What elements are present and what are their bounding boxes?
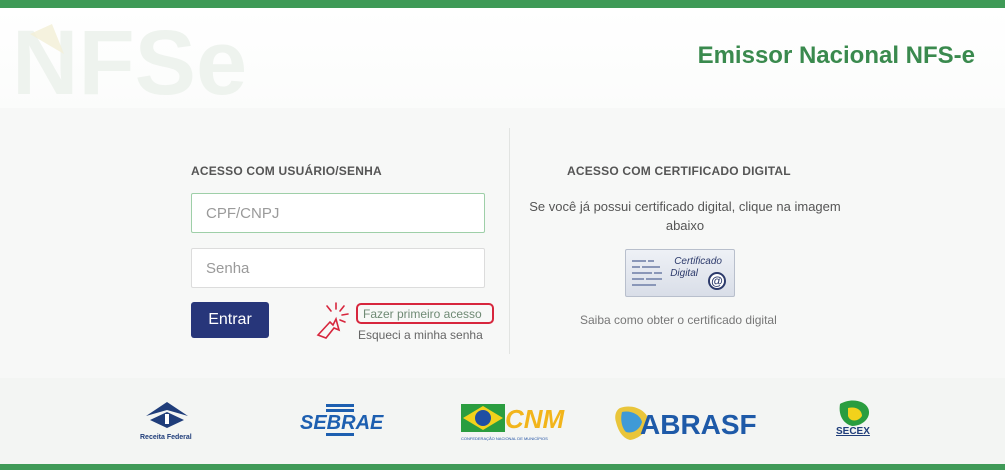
sebrae-label: SEBRAE bbox=[300, 412, 384, 434]
sebrae-logo: SEBRAE bbox=[300, 402, 384, 442]
abrasf-label: ABRASF bbox=[640, 409, 757, 440]
certificate-badge-line1: Certificado bbox=[674, 256, 722, 267]
cnm-label: CNM bbox=[505, 404, 565, 434]
click-cursor-icon bbox=[316, 302, 349, 339]
secex-brazil-map-icon bbox=[839, 400, 870, 426]
certificate-section-title: ACESSO COM CERTIFICADO DIGITAL bbox=[567, 164, 791, 178]
certificate-badge-line2: Digital bbox=[670, 268, 698, 279]
cnm-logo: CNM CONFEDERAÇÃO NACIONAL DE MUNICÍPIOS bbox=[461, 402, 565, 444]
login-section-title: ACESSO COM USUÁRIO/SENHA bbox=[191, 164, 382, 178]
secex-logo: SECEX bbox=[828, 398, 878, 446]
secex-label: SECEX bbox=[836, 426, 870, 437]
receita-federal-label: Receita Federal bbox=[140, 434, 192, 441]
cpf-cnpj-input[interactable] bbox=[191, 193, 485, 233]
forgot-password-link[interactable]: Esqueci a minha senha bbox=[358, 328, 483, 342]
bottom-accent-bar bbox=[0, 464, 1005, 470]
at-sign-icon: @ bbox=[708, 272, 726, 290]
app-title: Emissor Nacional NFS-e bbox=[697, 42, 975, 69]
certificate-instruction: Se você já possui certificado digital, c… bbox=[529, 199, 841, 233]
cnm-flag-icon bbox=[461, 404, 505, 432]
top-accent-bar bbox=[0, 0, 1005, 8]
receita-federal-logo: Receita Federal bbox=[134, 398, 198, 444]
header: NFSe Emissor Nacional NFS-e bbox=[0, 8, 1005, 110]
certificate-badge-button[interactable]: Certificado Digital @ bbox=[625, 249, 735, 297]
first-access-link[interactable]: Fazer primeiro acesso bbox=[363, 307, 482, 321]
certificate-howto-link[interactable]: Saiba como obter o certificado digital bbox=[580, 313, 777, 327]
section-divider bbox=[509, 128, 510, 354]
receita-federal-emblem-icon bbox=[146, 402, 188, 428]
enter-button[interactable]: Entrar bbox=[191, 302, 269, 338]
abrasf-logo: ABRASF bbox=[610, 402, 780, 444]
cnm-sub-label: CONFEDERAÇÃO NACIONAL DE MUNICÍPIOS bbox=[461, 436, 548, 441]
nfse-logo: NFSe bbox=[12, 20, 247, 110]
login-panel bbox=[0, 108, 1005, 378]
password-input[interactable] bbox=[191, 248, 485, 288]
